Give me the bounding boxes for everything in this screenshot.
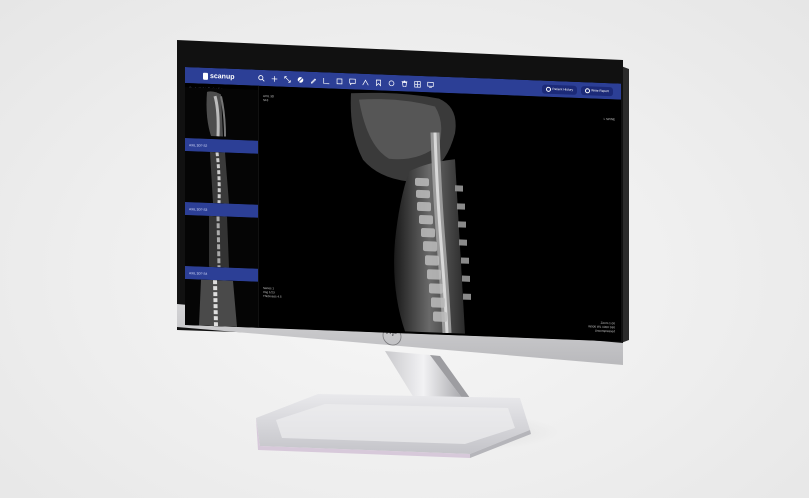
- overlay-series-id: S18: [263, 97, 269, 103]
- overlay-bottom-left: Series 1 Img 1/23 Thickness 4.5: [263, 286, 282, 299]
- monitor-icon[interactable]: [426, 79, 436, 89]
- top-actions: Patient History Write Report: [542, 84, 613, 96]
- comment-icon[interactable]: [348, 76, 358, 86]
- scanup-logo-icon: [203, 72, 208, 80]
- patient-history-label: Patient History: [552, 86, 574, 92]
- overlay-thickness: Thickness 4.5: [263, 293, 282, 299]
- series-thumbnail[interactable]: [185, 215, 258, 269]
- series-item[interactable]: AXIL 3D? S2: [185, 87, 258, 154]
- write-report-button[interactable]: Write Report: [581, 85, 613, 96]
- overlay-top-right: L SPINE: [603, 116, 615, 122]
- series-item[interactable]: AXIL 3D? S4: [185, 215, 258, 282]
- square-icon[interactable]: [335, 76, 345, 86]
- pen-icon[interactable]: [309, 75, 319, 85]
- spine-thumbnail-1: [185, 87, 258, 141]
- series-thumbnail[interactable]: [185, 87, 258, 141]
- brand-name: scanup: [210, 72, 235, 81]
- series-item[interactable]: AXIL 3D? S3: [185, 151, 258, 218]
- overlay-bottom-right: Zoom 1.00 W500 WL 1000 S30 Uncompressed: [588, 320, 615, 334]
- zoom-icon[interactable]: [257, 73, 267, 83]
- spine-thumbnail-3: [185, 215, 258, 269]
- measure-icon[interactable]: [322, 75, 332, 85]
- series-thumbnail[interactable]: [185, 151, 258, 205]
- mri-spine-image: [259, 85, 621, 342]
- circle-icon[interactable]: [387, 78, 397, 88]
- brand-logo[interactable]: scanup: [203, 72, 235, 80]
- history-icon: [546, 86, 552, 92]
- patient-history-button[interactable]: Patient History: [542, 84, 578, 95]
- overlay-top-left: AXIL 3D S18: [263, 94, 274, 102]
- series-thumbnail-bottom[interactable]: [185, 279, 258, 333]
- bookmark-icon[interactable]: [374, 77, 384, 87]
- spine-thumbnail-4: [185, 279, 258, 328]
- report-icon: [585, 87, 591, 93]
- series-sidebar: Study List > Series list AXIL 3D? S2: [185, 83, 259, 328]
- pan-icon[interactable]: [270, 73, 280, 83]
- write-report-label: Write Report: [591, 88, 609, 94]
- image-viewport[interactable]: AXIL 3D S18 L SPINE Series 1 Img 1/23 Th…: [259, 85, 621, 342]
- grid-icon[interactable]: [413, 79, 423, 89]
- trash-icon[interactable]: [400, 78, 410, 88]
- contrast-icon[interactable]: [296, 74, 306, 84]
- expand-icon[interactable]: [283, 74, 293, 84]
- angle-icon[interactable]: [361, 77, 371, 87]
- spine-thumbnail-2: [185, 151, 258, 205]
- monitor-scene: hp scanup: [0, 0, 809, 498]
- app-screen: scanup Patient History Write Report AXIL…: [185, 67, 621, 342]
